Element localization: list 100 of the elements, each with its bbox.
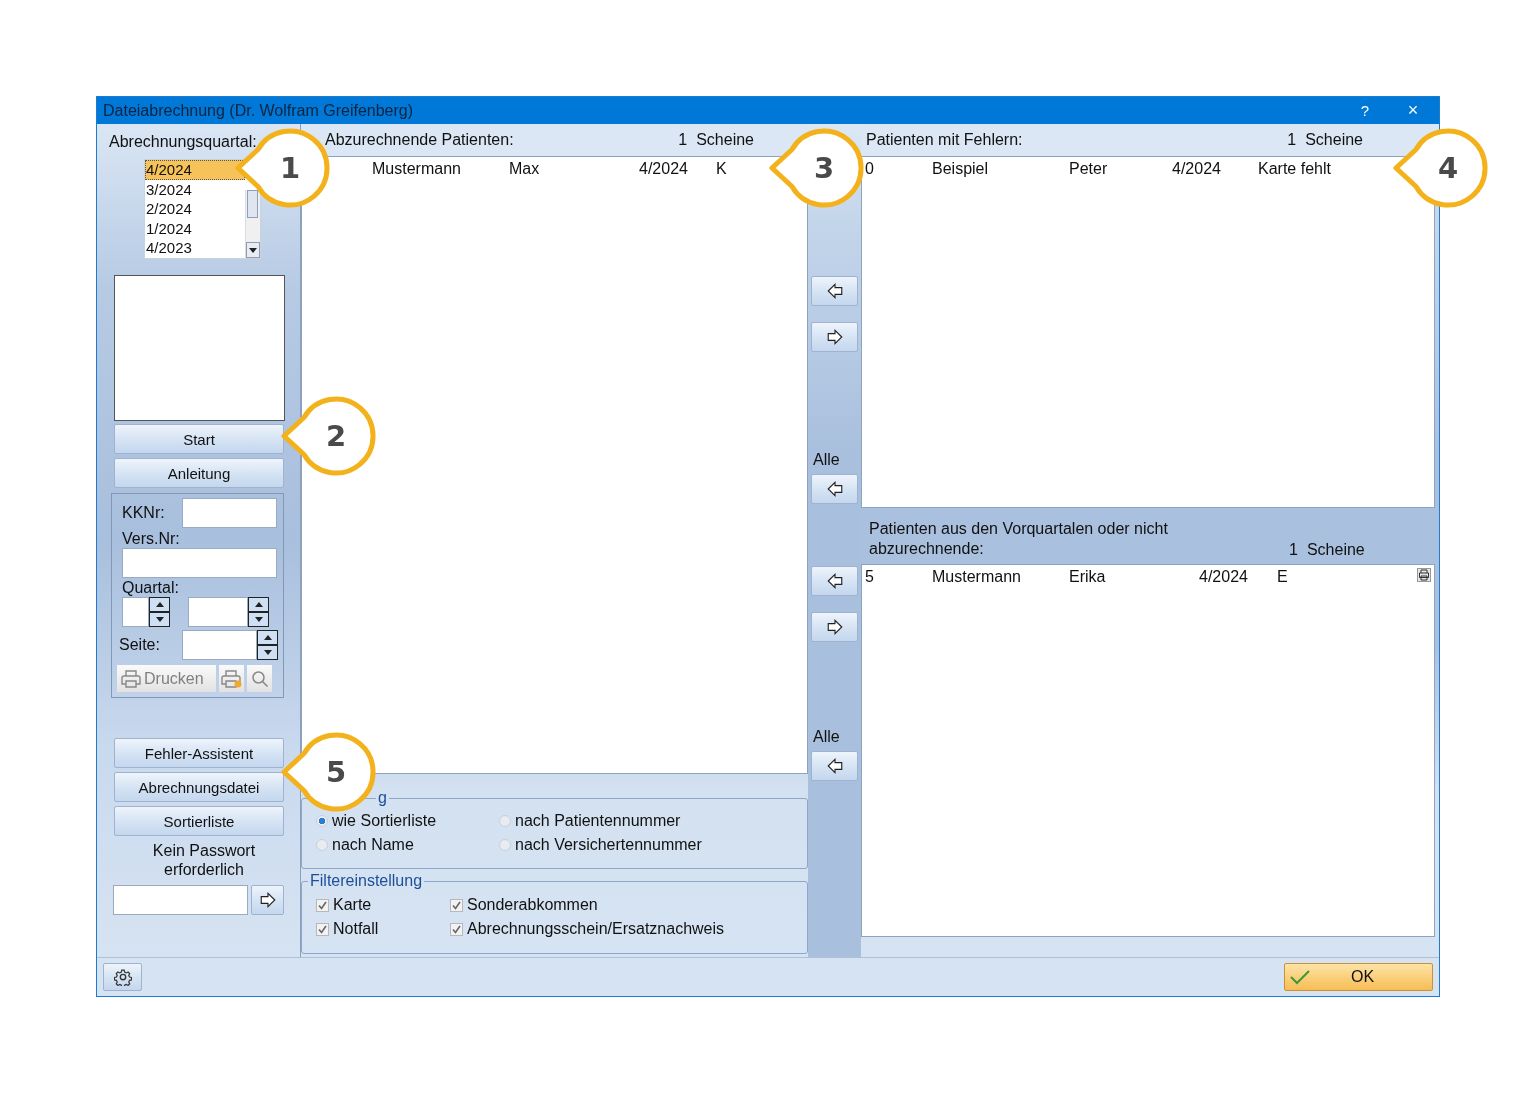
move-right-button[interactable] [811,322,858,352]
error-patient-list[interactable]: 0 Beispiel Peter 4/2024 Karte fehlt [861,156,1435,508]
table-cell-text: Peter [1069,160,1109,178]
submit-arrow-button[interactable] [251,885,284,915]
radio-button[interactable] [316,839,328,851]
radio-option[interactable]: nach Patientennummer [499,812,807,830]
checkbox-option[interactable]: Sonderabkommen [450,896,807,914]
callout-marker: 5 [280,730,378,814]
table-cell-text: 4/2024 [639,160,689,178]
callout-marker: 3 [768,126,866,210]
move-all-left-button[interactable] [811,474,858,504]
spin-down-button[interactable] [257,645,278,660]
printer-icon [121,669,141,688]
checkbox[interactable] [450,922,463,936]
table-cell-text: 5 [865,568,875,586]
tool-button[interactable]: Sortierliste [114,806,284,836]
ok-button[interactable]: OK [1284,963,1433,991]
insurance-number-field[interactable] [122,548,277,578]
tool-button[interactable]: Fehler-Assistent [114,738,284,768]
kknr-field[interactable] [182,498,277,528]
arrow-right-icon [825,618,844,636]
quarter-item[interactable]: 4/2024 [145,160,245,180]
move-left-button[interactable] [811,276,858,306]
table-cell-text: Beispiel [932,160,990,178]
unit-label: Scheine [696,131,754,149]
checkbox-option[interactable]: Abrechnungsschein/Ersatznachweis [450,920,807,938]
quarter-label: Abrechnungsquartal: [109,133,257,151]
checkbox-option[interactable]: Notfall [316,920,450,938]
spin-up-button[interactable] [257,630,278,645]
other-patient-list[interactable]: 5 Mustermann Erika 4/2024 E [861,564,1435,937]
callout-marker: 4 [1392,126,1490,210]
table-cell-text: Mustermann [932,568,1022,586]
quarter-list[interactable]: 4/2024 3/2024 2/2024 1/2024 4/2023 [144,159,261,259]
check-icon [1289,969,1311,985]
arrow-right-icon [825,328,844,346]
count-label: 1 [678,131,688,149]
radio-option[interactable]: nach Versichertennummer [499,836,807,854]
radio-option[interactable]: nach Name [316,836,499,854]
move-left-button[interactable] [811,566,858,596]
radio-option[interactable]: wie Sortierliste [316,812,499,830]
unit-label: Scheine [1305,131,1363,149]
spin-up-button[interactable] [248,597,269,612]
arrow-left-icon [825,757,844,775]
count-label: 1 [1287,131,1297,149]
search-icon[interactable] [247,665,272,692]
spin-up-button[interactable] [149,597,170,612]
action-button[interactable]: Anleitung [114,458,284,488]
table-cell-text: Karte fehlt [1258,160,1332,178]
year-field[interactable] [188,597,248,627]
quarter-item[interactable]: 4/2023 [145,238,245,258]
unit-label: Scheine [1306,541,1365,559]
action-button[interactable]: Start [114,424,284,454]
arrow-left-icon [825,572,844,590]
move-all-left-button[interactable] [811,751,858,781]
table-cell-text: Erika [1069,568,1107,586]
printer-icon[interactable] [1417,568,1431,582]
group-title: g [377,789,388,807]
option-label: Karte [333,896,372,914]
move-right-button[interactable] [811,612,858,642]
arrow-right-icon [258,891,277,909]
option-label: nach Versichertennummer [515,836,702,854]
insurance-number-label: Vers.Nr: [122,530,181,548]
arrow-left-icon [825,480,844,498]
table-cell-text: Max [509,160,541,178]
table-cell-text: E [1277,568,1289,586]
page-field[interactable] [182,630,257,660]
password-note: Kein Passwort erforderlich [151,841,257,879]
close-button[interactable]: × [1389,99,1437,122]
quarter-label: Quartal: [122,579,180,597]
checkbox[interactable] [316,898,329,912]
table-cell-text: 4/2024 [1199,568,1249,586]
radio-button[interactable] [316,815,328,827]
option-label: wie Sortierliste [332,812,437,830]
option-label: Notfall [333,920,379,938]
password-field[interactable] [113,885,248,915]
all-label: Alle [813,451,840,469]
scroll-bar[interactable] [245,190,260,258]
group-title: Filtereinstellung [309,872,424,890]
quarter-item[interactable]: 2/2024 [145,199,245,219]
tool-button[interactable]: Abrechnungsdatei [114,772,284,802]
quarter-item[interactable]: 1/2024 [145,218,245,239]
list-title: Abzurechnende Patienten: [325,131,515,149]
gear-icon [113,968,132,986]
radio-button[interactable] [499,839,511,851]
checkbox[interactable] [316,922,329,936]
table-cell-text: 0 [865,160,875,178]
list-title: Patienten mit Fehlern: [866,131,1024,149]
table-cell-text: 4/2024 [1172,160,1222,178]
help-button[interactable]: ? [1341,101,1389,120]
radio-button[interactable] [499,815,511,827]
spin-down-button[interactable] [248,612,269,627]
spin-down-button[interactable] [149,612,170,627]
checkbox[interactable] [450,898,463,912]
quarter-item[interactable]: 3/2024 [145,179,245,200]
checkbox-option[interactable]: Karte [316,896,450,914]
quarter-field[interactable] [122,597,149,627]
settings-button[interactable] [103,963,142,991]
option-label: Abrechnungsschein/Ersatznachweis [467,920,725,938]
table-cell-text: K [716,160,728,178]
table-cell-text: Mustermann [372,160,462,178]
